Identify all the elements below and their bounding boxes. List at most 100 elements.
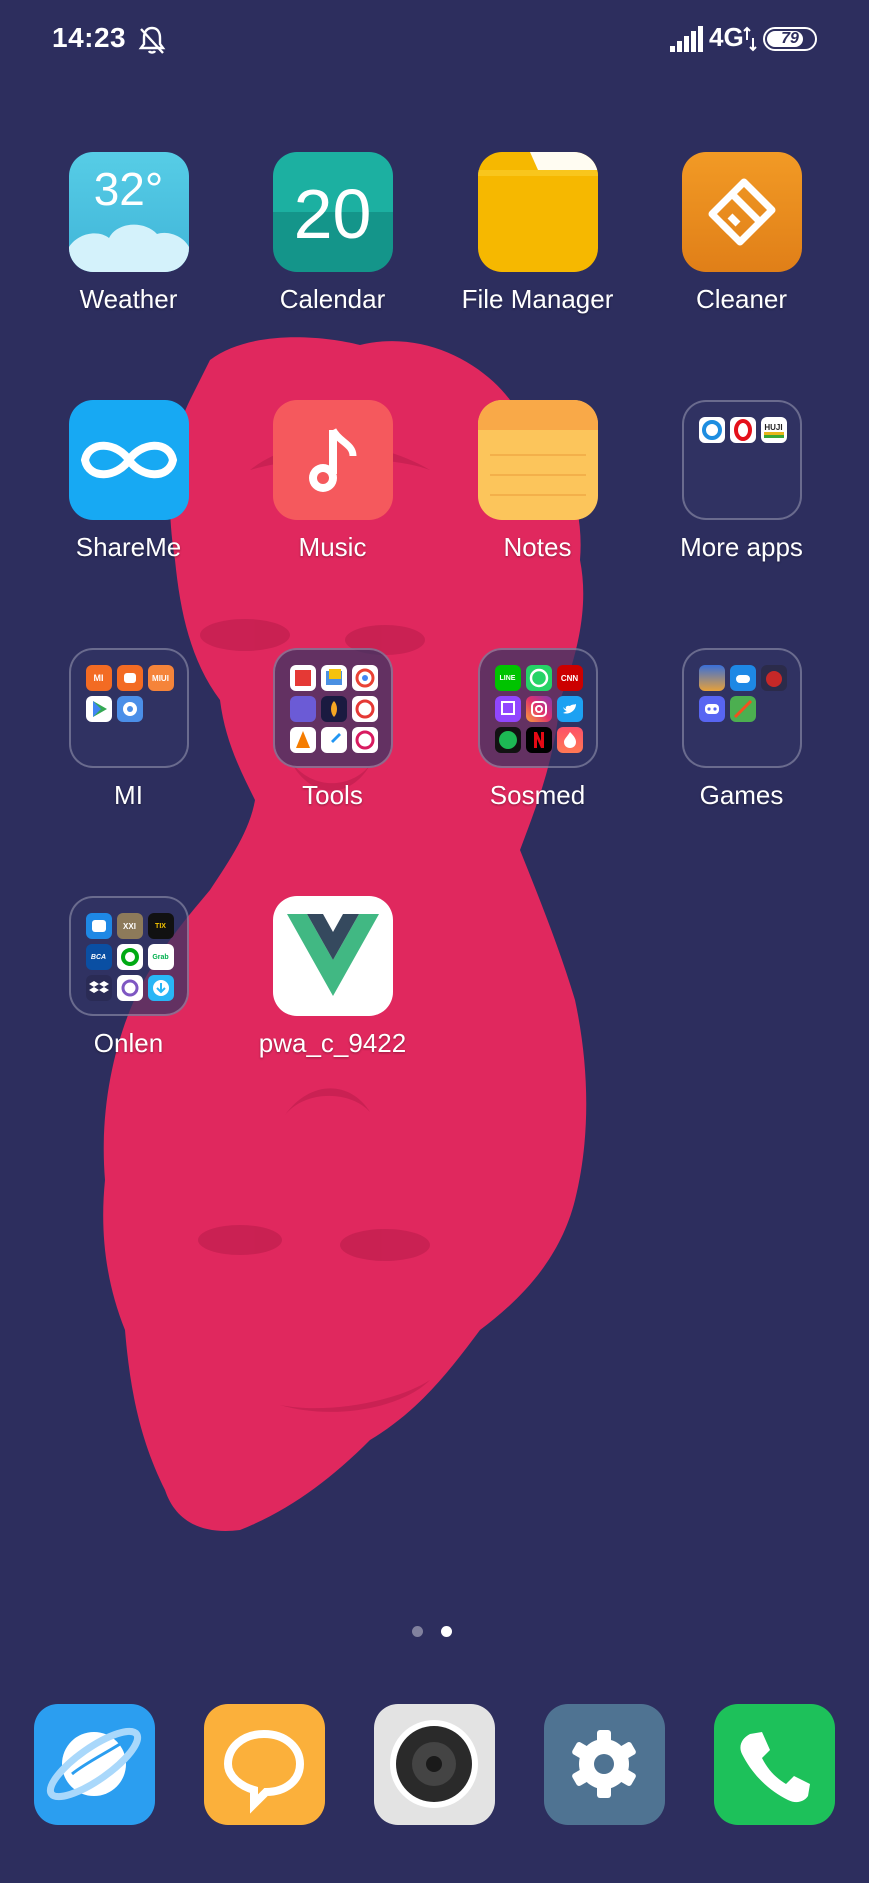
app-label: pwa_c_9422: [258, 1028, 407, 1058]
app-label: Cleaner: [695, 284, 788, 314]
dock-browser[interactable]: [34, 1704, 155, 1825]
app-mini-icon: [351, 727, 378, 753]
app-label: MI: [114, 780, 143, 810]
app-mini-icon: [289, 696, 316, 722]
folder-icon: HUJI: [681, 400, 802, 520]
folder-icon: [477, 152, 598, 272]
app-mini-icon: [320, 696, 347, 722]
folder-icon: MI MIUI: [68, 648, 189, 768]
app-label: Weather: [79, 284, 178, 314]
xxi-icon: XXI: [116, 913, 143, 939]
app-label: Calendar: [279, 284, 386, 314]
download-icon: [147, 975, 174, 1001]
miui-icon: MIUI: [147, 665, 174, 691]
app-label: Onlen: [93, 1028, 164, 1058]
instagram-icon: [525, 696, 552, 722]
app-mini-icon: [320, 665, 347, 691]
tix-icon: TIX: [147, 913, 174, 939]
dropbox-icon: [85, 975, 112, 1001]
mi-home-icon: [116, 665, 143, 691]
infinity-icon: [68, 400, 189, 520]
vue-logo-icon: [272, 896, 393, 1016]
discord-icon: [698, 696, 725, 722]
page-indicator: [412, 1626, 452, 1637]
clock: 14:23: [52, 22, 127, 53]
folder-mi[interactable]: MI MIUI MI: [26, 648, 231, 811]
rocket-icon: [320, 727, 347, 753]
grab-icon: Grab: [147, 944, 174, 970]
page-dot-active[interactable]: [441, 1626, 452, 1637]
app-cleaner[interactable]: Cleaner: [639, 152, 844, 315]
folder-more-apps[interactable]: HUJI More apps: [639, 400, 844, 563]
app-mini-icon: [116, 975, 143, 1001]
app-label: Tools: [302, 780, 363, 810]
app-label: ShareMe: [75, 532, 182, 562]
app-calendar[interactable]: 20 Calendar: [230, 152, 435, 315]
gamepad-icon: [729, 665, 756, 691]
folder-games[interactable]: Games: [639, 648, 844, 811]
app-shareme[interactable]: ShareMe: [26, 400, 231, 563]
settings-icon: [572, 1730, 636, 1798]
tinder-icon: [556, 727, 583, 753]
weather-icon: 32°: [68, 152, 189, 272]
dock-settings[interactable]: [544, 1704, 665, 1825]
battery-level: 79: [781, 30, 799, 47]
app-label: Music: [298, 532, 367, 562]
bca-icon: BCA: [85, 944, 112, 970]
bell-off-icon: [138, 26, 166, 54]
twitch-icon: [494, 696, 521, 722]
folder-sosmed[interactable]: LINE CNN Sosmed: [435, 648, 640, 811]
folder-icon: XXI TIX BCA Grab: [68, 896, 189, 1016]
play-store-icon: [85, 696, 112, 722]
app-pwa[interactable]: pwa_c_9422: [230, 896, 435, 1059]
cnn-icon: CNN: [556, 665, 583, 691]
gojek-icon: [116, 944, 143, 970]
app-music[interactable]: Music: [230, 400, 435, 563]
camera-icon: [390, 1720, 478, 1808]
browser-icon: [46, 1727, 142, 1801]
page-dot[interactable]: [412, 1626, 423, 1637]
huji-icon: HUJI: [760, 417, 787, 443]
spotify-icon: [494, 727, 521, 753]
clock-app-icon: [351, 696, 378, 722]
app-label: Sosmed: [489, 780, 586, 810]
line-icon: LINE: [494, 665, 521, 691]
dock-camera[interactable]: [374, 1704, 495, 1825]
status-bar: 14:23 4G 79: [0, 0, 869, 80]
app-mini-icon: [351, 665, 378, 691]
twitter-icon: [556, 696, 583, 722]
app-mini-icon: [698, 417, 725, 443]
mi-icon: MI: [85, 665, 112, 691]
messaging-icon: [223, 1729, 305, 1814]
app-file-manager[interactable]: File Manager: [435, 152, 640, 315]
calendar-icon: 20: [272, 152, 393, 272]
folder-icon: [272, 648, 393, 768]
brush-icon: [681, 152, 802, 272]
folder-icon: [681, 648, 802, 768]
app-label: Notes: [503, 532, 572, 562]
dock-messaging[interactable]: [204, 1704, 325, 1825]
game-icon: [760, 665, 787, 691]
notes-icon: [477, 400, 598, 520]
music-note-icon: [272, 400, 393, 520]
security-app-icon: [116, 696, 143, 722]
dock-phone[interactable]: [714, 1704, 835, 1825]
signal-icon: [670, 26, 703, 52]
app-mini-icon: [289, 665, 316, 691]
netflix-icon: [525, 727, 552, 753]
opera-icon: [729, 417, 756, 443]
calendar-day: 20: [293, 175, 372, 253]
phone-icon: [740, 1732, 810, 1803]
app-weather[interactable]: 32° Weather: [26, 152, 231, 315]
app-notes[interactable]: Notes: [435, 400, 640, 563]
folder-onlen[interactable]: XXI TIX BCA Grab Onlen: [26, 896, 231, 1059]
app-label: More apps: [680, 532, 803, 562]
app-label: Games: [699, 780, 784, 810]
data-arrows-icon: [743, 26, 757, 52]
game-icon: [698, 665, 725, 691]
folder-tools[interactable]: Tools: [230, 648, 435, 811]
game-icon: [729, 696, 756, 722]
app-mini-icon: [85, 913, 112, 939]
app-label: File Manager: [461, 284, 614, 314]
folder-icon: LINE CNN: [477, 648, 598, 768]
